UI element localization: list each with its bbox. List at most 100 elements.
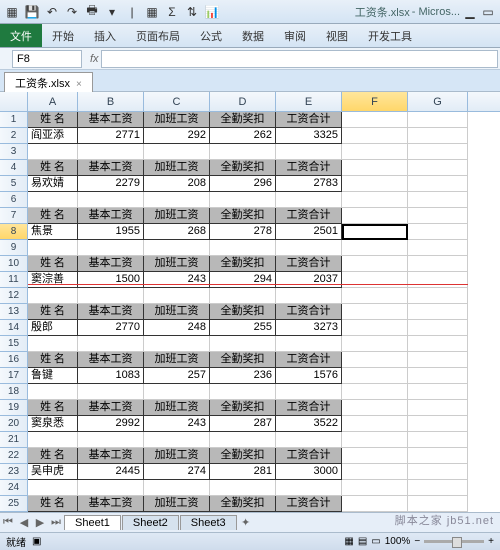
cell[interactable] [144, 288, 210, 304]
cell[interactable]: 焦景 [28, 224, 78, 240]
col-C[interactable]: C [144, 92, 210, 111]
cell[interactable] [408, 384, 468, 400]
cell[interactable] [144, 384, 210, 400]
cell[interactable]: 基本工资 [78, 256, 144, 272]
cell[interactable] [144, 336, 210, 352]
cell[interactable] [408, 144, 468, 160]
cell[interactable]: 3273 [276, 320, 342, 336]
restore-icon[interactable]: ▭ [480, 4, 496, 20]
row-19[interactable]: 19 [0, 400, 28, 416]
name-box[interactable]: F8 [12, 50, 82, 68]
macro-icon[interactable]: ▣ [32, 536, 41, 547]
cell[interactable]: 基本工资 [78, 352, 144, 368]
tab-data[interactable]: 数据 [232, 24, 274, 47]
cell[interactable] [28, 432, 78, 448]
cell[interactable]: 工资合计 [276, 400, 342, 416]
cell[interactable]: 工资合计 [276, 112, 342, 128]
cell[interactable]: 姓 名 [28, 208, 78, 224]
cell[interactable] [342, 352, 408, 368]
formula-input[interactable] [101, 50, 498, 68]
cell[interactable]: 208 [144, 176, 210, 192]
row-25[interactable]: 25 [0, 496, 28, 512]
cell[interactable]: 阎亚添 [28, 128, 78, 144]
sheet-tab-3[interactable]: Sheet3 [180, 515, 237, 530]
cell[interactable]: 全勤奖扣 [210, 208, 276, 224]
cell[interactable]: 工资合计 [276, 256, 342, 272]
cell[interactable]: 姓 名 [28, 112, 78, 128]
cell[interactable] [276, 192, 342, 208]
cell[interactable]: 2501 [276, 224, 342, 240]
cell[interactable] [408, 256, 468, 272]
cell[interactable] [408, 128, 468, 144]
cell[interactable] [342, 208, 408, 224]
sort-icon[interactable]: ⇅ [184, 4, 200, 20]
cell[interactable] [342, 416, 408, 432]
cell[interactable] [408, 368, 468, 384]
cell[interactable] [408, 304, 468, 320]
cell[interactable] [342, 448, 408, 464]
cell[interactable]: 加班工资 [144, 448, 210, 464]
row-10[interactable]: 10 [0, 256, 28, 272]
cell[interactable] [210, 480, 276, 496]
row-15[interactable]: 15 [0, 336, 28, 352]
cell[interactable] [28, 288, 78, 304]
cell[interactable]: 287 [210, 416, 276, 432]
cell[interactable] [276, 384, 342, 400]
col-D[interactable]: D [210, 92, 276, 111]
cell[interactable] [144, 144, 210, 160]
row-13[interactable]: 13 [0, 304, 28, 320]
cell[interactable] [342, 464, 408, 480]
cell[interactable]: 全勤奖扣 [210, 256, 276, 272]
cell[interactable]: 全勤奖扣 [210, 448, 276, 464]
cell[interactable] [342, 128, 408, 144]
cell[interactable]: 262 [210, 128, 276, 144]
row-5[interactable]: 5 [0, 176, 28, 192]
close-icon[interactable]: × [76, 79, 82, 90]
cell[interactable]: 全勤奖扣 [210, 496, 276, 512]
cell[interactable] [342, 336, 408, 352]
tab-dev[interactable]: 开发工具 [358, 24, 422, 47]
cell[interactable] [342, 144, 408, 160]
cell[interactable]: 2279 [78, 176, 144, 192]
cell[interactable]: 3000 [276, 464, 342, 480]
cell[interactable]: 工资合计 [276, 160, 342, 176]
cell[interactable] [408, 336, 468, 352]
cell[interactable]: 加班工资 [144, 496, 210, 512]
cell[interactable]: 加班工资 [144, 112, 210, 128]
cell[interactable]: 1955 [78, 224, 144, 240]
chart-icon[interactable]: 📊 [204, 4, 220, 20]
cell[interactable]: 281 [210, 464, 276, 480]
cell[interactable] [342, 288, 408, 304]
cell[interactable]: 全勤奖扣 [210, 400, 276, 416]
cell[interactable]: 加班工资 [144, 256, 210, 272]
zoom-level[interactable]: 100% [385, 536, 411, 547]
cell[interactable] [78, 192, 144, 208]
tab-insert[interactable]: 插入 [84, 24, 126, 47]
worksheet-grid[interactable]: A B C D E F G 12345678910111213141516171… [0, 92, 500, 550]
cell[interactable]: 全勤奖扣 [210, 160, 276, 176]
cell[interactable] [342, 400, 408, 416]
cell[interactable] [342, 384, 408, 400]
cell[interactable] [408, 464, 468, 480]
row-6[interactable]: 6 [0, 192, 28, 208]
view-break-icon[interactable]: ▭ [371, 536, 380, 547]
cell[interactable] [408, 320, 468, 336]
cell[interactable] [342, 480, 408, 496]
row-1[interactable]: 1 [0, 112, 28, 128]
cell[interactable]: 274 [144, 464, 210, 480]
cell[interactable] [210, 240, 276, 256]
cell[interactable]: 248 [144, 320, 210, 336]
cell[interactable]: 窦泉悉 [28, 416, 78, 432]
sheet-nav-next-icon[interactable]: ▶ [32, 516, 48, 529]
cell[interactable] [342, 240, 408, 256]
cell[interactable] [276, 288, 342, 304]
tab-formulas[interactable]: 公式 [190, 24, 232, 47]
cell[interactable] [78, 432, 144, 448]
row-14[interactable]: 14 [0, 320, 28, 336]
cell[interactable] [276, 336, 342, 352]
cell[interactable]: 243 [144, 416, 210, 432]
cell[interactable]: 加班工资 [144, 352, 210, 368]
cell[interactable]: 加班工资 [144, 304, 210, 320]
cell[interactable]: 窦淙善 [28, 272, 78, 288]
cell[interactable] [408, 176, 468, 192]
